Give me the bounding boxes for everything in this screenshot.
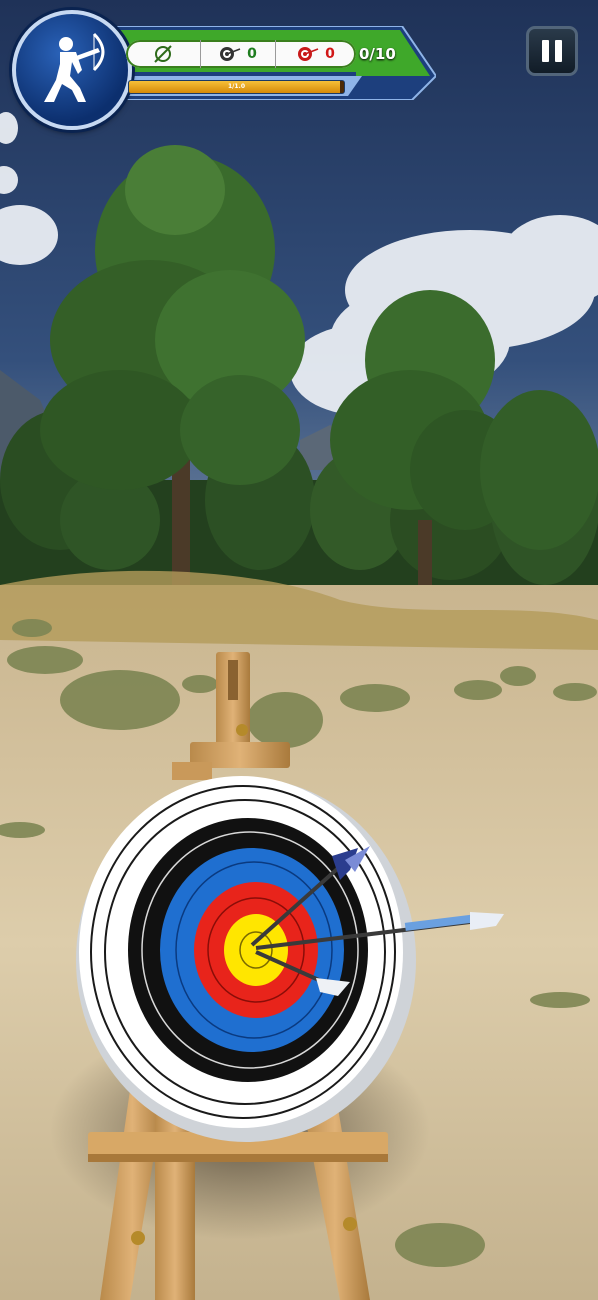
hit-count: 0 (247, 46, 257, 62)
bow-target-icon (154, 45, 172, 63)
player-avatar (12, 10, 132, 130)
misses-slot: 0 (276, 40, 356, 68)
target-miss-icon (298, 47, 319, 61)
pause-icon (542, 40, 562, 62)
pause-button[interactable] (526, 26, 578, 76)
miss-count: 0 (325, 46, 335, 62)
game-scene (0, 0, 598, 1300)
ring-gold (224, 914, 288, 986)
archery-target (76, 776, 416, 1142)
bullseye-hit-icon (220, 47, 241, 61)
hud: 0 0 0/10 1/1.0 (0, 0, 598, 140)
current-shot-slot (126, 40, 201, 68)
arrows-remaining: 0/10 (359, 45, 396, 63)
power-bar: 1/1.0 (128, 80, 345, 94)
score-panel: 0 0 (126, 40, 356, 68)
hits-slot: 0 (201, 40, 276, 68)
power-label: 1/1.0 (228, 83, 245, 90)
archer-icon (44, 32, 105, 102)
